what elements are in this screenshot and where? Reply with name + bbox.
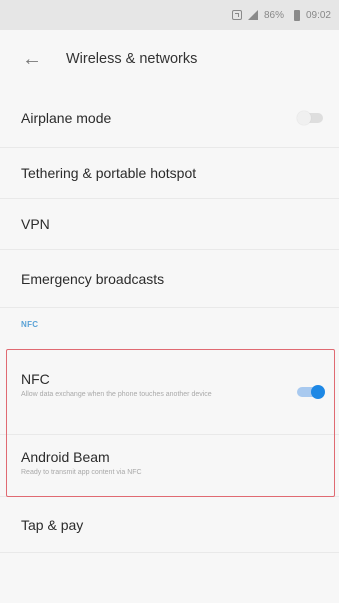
toggle-knob [311,385,325,399]
nfc-item[interactable]: NFC Allow data exchange when the phone t… [0,349,339,435]
airplane-mode-item[interactable]: Airplane mode [0,88,339,148]
back-button[interactable]: ← [12,39,52,79]
vpn-item[interactable]: VPN [0,199,339,250]
airplane-mode-toggle[interactable] [297,111,325,125]
status-bar: 86% 09:02 [0,0,339,30]
clock: 09:02 [305,9,331,21]
android-beam-label: Android Beam [21,449,110,465]
emergency-broadcasts-item[interactable]: Emergency broadcasts [0,250,339,308]
nfc-section-header: NFC [21,320,39,329]
nfc-toggle[interactable] [297,385,325,399]
emergency-broadcasts-label: Emergency broadcasts [21,270,165,287]
nfc-icon [231,10,242,20]
tethering-item[interactable]: Tethering & portable hotspot [0,148,339,199]
arrow-left-icon: ← [22,47,42,70]
airplane-mode-label: Airplane mode [21,109,112,126]
tap-and-pay-item[interactable]: Tap & pay [0,497,339,553]
vpn-label: VPN [21,216,50,232]
android-beam-summary: Ready to transmit app content via NFC [21,469,142,476]
android-beam-item[interactable]: Android Beam Ready to transmit app conte… [0,435,339,497]
battery-icon [290,9,300,21]
battery-percent: 86% [263,9,284,21]
signal-icon [247,10,258,20]
nfc-label: NFC [21,371,50,387]
app-bar: ← Wireless & networks [0,30,339,88]
tethering-label: Tethering & portable hotspot [21,165,197,181]
toggle-knob [297,111,311,125]
page-title: Wireless & networks [66,51,198,67]
nfc-summary: Allow data exchange when the phone touch… [21,391,212,398]
tap-and-pay-label: Tap & pay [21,516,84,533]
